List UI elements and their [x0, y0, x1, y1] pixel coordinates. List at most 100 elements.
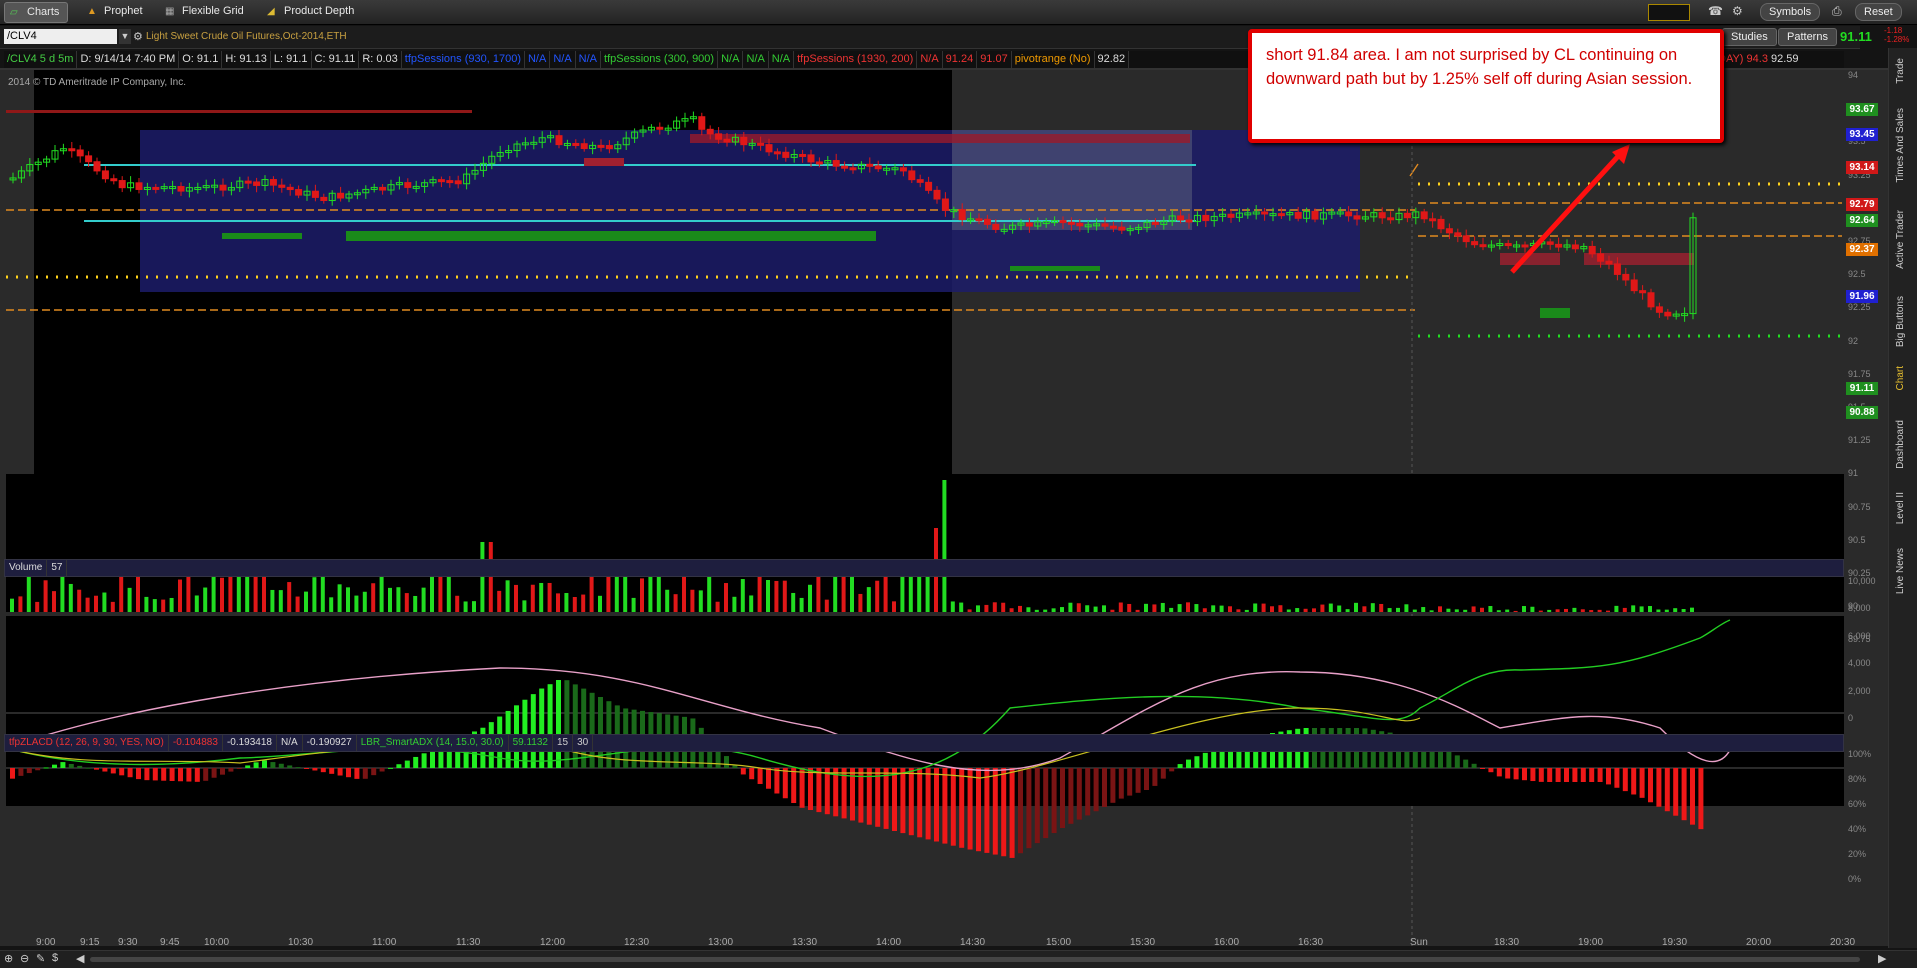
- histogram-bar: [530, 694, 536, 768]
- histogram-bar: [1555, 768, 1561, 782]
- volume-bar: [572, 597, 577, 612]
- candle: [93, 161, 101, 172]
- volume-bar: [127, 587, 132, 612]
- status-study-4[interactable]: pivotrange (No): [1012, 51, 1095, 68]
- volume-bar: [1135, 609, 1140, 612]
- tab-flexible-grid[interactable]: ▦ Flexible Grid: [160, 2, 252, 21]
- histogram-bar: [396, 764, 402, 768]
- symbol-description: Light Sweet Crude Oil Futures,Oct-2014,E…: [146, 31, 347, 42]
- volume-bar: [463, 601, 468, 612]
- adx-study-name[interactable]: LBR_SmartADX (14, 15.0, 30.0): [357, 735, 509, 751]
- candle: [958, 209, 966, 221]
- histogram-bar: [1480, 768, 1485, 769]
- volume-value: 57: [47, 560, 68, 576]
- status-study-2[interactable]: tfpSessions (300, 900): [601, 51, 719, 68]
- volume-bar: [892, 601, 896, 612]
- candle: [1429, 218, 1437, 222]
- right-tab-live-news[interactable]: Live News: [1895, 548, 1911, 594]
- volume-bar: [446, 572, 451, 612]
- volume-bar: [94, 595, 98, 612]
- status-na: N/A: [743, 51, 769, 68]
- volume-bar: [278, 590, 283, 612]
- histogram-bar: [564, 680, 570, 768]
- right-tab-chart[interactable]: Chart: [1895, 366, 1911, 390]
- histogram-bar: [1505, 768, 1511, 779]
- chart-area[interactable]: [0, 68, 1888, 946]
- candle: [1622, 273, 1630, 281]
- status-value: 92.59: [1771, 53, 1799, 65]
- chevron-down-icon[interactable]: ▼: [119, 29, 131, 44]
- time-axis-label: 11:30: [456, 937, 481, 948]
- right-tab-times-and-sales[interactable]: Times And Sales: [1895, 108, 1911, 183]
- patterns-button[interactable]: Patterns: [1778, 28, 1837, 46]
- zoom-in-icon[interactable]: ⊕: [4, 952, 13, 965]
- price-tag: 90.88: [1846, 406, 1878, 419]
- price-tag: 92.64: [1846, 214, 1878, 227]
- histogram-bar: [1127, 768, 1133, 796]
- volume-bar: [161, 599, 166, 612]
- right-tab-active-trader[interactable]: Active Trader: [1895, 210, 1911, 269]
- right-tab-dashboard[interactable]: Dashboard: [1895, 420, 1911, 469]
- histogram-bar: [346, 768, 351, 778]
- histogram-bar: [1572, 768, 1578, 782]
- candle: [933, 189, 941, 200]
- horizontal-scrollbar[interactable]: [90, 957, 1860, 962]
- tab-prophet[interactable]: ▲ Prophet: [82, 2, 151, 21]
- drawing-icon[interactable]: ✎: [36, 952, 45, 965]
- right-tab-big-buttons[interactable]: Big Buttons: [1895, 296, 1911, 347]
- price-change: -1.18 -1.28%: [1884, 26, 1909, 44]
- volume-bar: [1664, 609, 1669, 612]
- volume-bar: [640, 578, 644, 612]
- study-value: -0.104883: [169, 735, 223, 751]
- symbols-button[interactable]: Symbols: [1760, 3, 1821, 21]
- histogram-bar: [362, 768, 368, 779]
- histogram-bar: [572, 684, 578, 768]
- candle: [580, 143, 588, 150]
- histogram-bar: [959, 768, 965, 848]
- status-study-1[interactable]: tfpSessions (930, 1700): [402, 51, 525, 68]
- volume-bar: [866, 587, 871, 612]
- symbol-input[interactable]: /CLV4: [4, 29, 117, 44]
- tab-label: Charts: [27, 6, 60, 18]
- volume-bar: [556, 593, 560, 612]
- volume-bar: [1152, 604, 1157, 612]
- study-name[interactable]: tfpZLACD (12, 26, 9, 30, YES, NO): [5, 735, 169, 751]
- candle: [983, 218, 991, 225]
- volume-bar: [505, 580, 510, 612]
- right-tab-trade[interactable]: Trade: [1895, 58, 1911, 84]
- gear-icon[interactable]: ⚙: [133, 30, 143, 43]
- histogram-bar: [127, 768, 133, 778]
- dollar-icon[interactable]: $: [52, 952, 58, 964]
- reset-button[interactable]: Reset: [1855, 3, 1902, 21]
- scroll-right-icon[interactable]: ▶: [1878, 952, 1886, 965]
- volume-bar: [774, 580, 779, 612]
- tab-product-depth[interactable]: ◢ Product Depth: [262, 2, 362, 21]
- volume-bar: [312, 577, 317, 612]
- key-icon[interactable]: ⚙: [1732, 4, 1743, 18]
- layout-box[interactable]: [1648, 4, 1690, 21]
- right-tab-level-ii[interactable]: Level II: [1895, 492, 1911, 524]
- volume-bar: [1580, 609, 1585, 612]
- price-tag: 91.96: [1846, 290, 1878, 303]
- volume-bar: [295, 596, 300, 612]
- histogram-bar: [1446, 751, 1452, 768]
- candle: [925, 181, 933, 191]
- print-icon[interactable]: ⎙: [1832, 4, 1842, 19]
- scroll-left-icon[interactable]: ◀: [76, 952, 84, 965]
- volume-bar: [270, 589, 275, 612]
- volume-bar: [950, 601, 955, 612]
- tab-charts[interactable]: ▱ Charts: [4, 2, 69, 23]
- volume-bar: [1656, 609, 1661, 612]
- histogram-bar: [404, 760, 410, 768]
- status-study-3[interactable]: tfpSessions (1930, 200): [794, 51, 918, 68]
- volume-bar: [1186, 602, 1190, 612]
- histogram-bar: [10, 768, 15, 779]
- candle: [1597, 253, 1605, 262]
- studies-button[interactable]: Studies: [1722, 28, 1777, 46]
- volume-bar: [1673, 608, 1678, 612]
- bell-icon[interactable]: ☎: [1708, 4, 1723, 18]
- change-percent: -1.28%: [1884, 35, 1910, 44]
- zoom-out-icon[interactable]: ⊖: [20, 952, 29, 965]
- volume-bar: [1639, 606, 1644, 612]
- status-high: H: 91.13: [222, 51, 271, 68]
